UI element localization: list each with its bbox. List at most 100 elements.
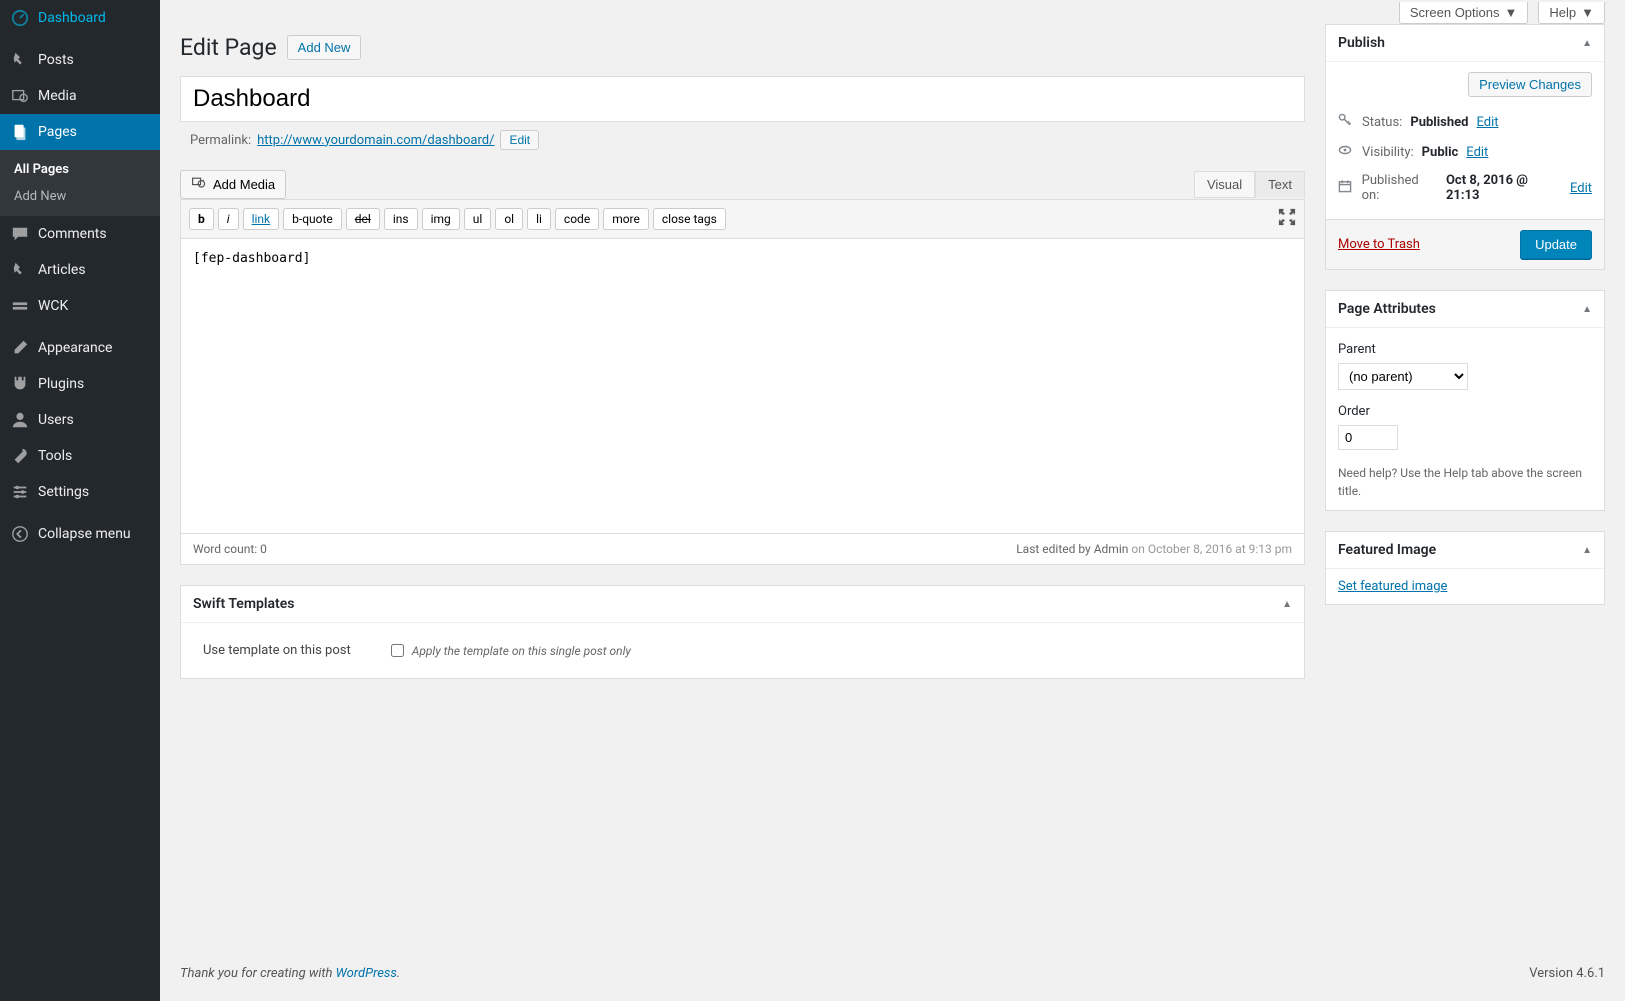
page-attributes-header[interactable]: Page Attributes ▲ bbox=[1326, 291, 1604, 328]
chevron-up-icon: ▲ bbox=[1582, 545, 1592, 556]
sidebar-label: Settings bbox=[38, 484, 89, 500]
dashboard-icon bbox=[10, 8, 30, 28]
qt-del[interactable]: del bbox=[346, 208, 380, 230]
user-icon bbox=[10, 410, 30, 430]
featured-image-header[interactable]: Featured Image ▲ bbox=[1326, 532, 1604, 569]
sidebar-item-tools[interactable]: Tools bbox=[0, 438, 160, 474]
permalink-url[interactable]: http://www.yourdomain.com/dashboard/ bbox=[257, 133, 494, 148]
update-button[interactable]: Update bbox=[1520, 230, 1592, 259]
admin-footer: Thank you for creating with WordPress. V… bbox=[160, 946, 1625, 1001]
sidebar-item-posts[interactable]: Posts bbox=[0, 42, 160, 78]
collapse-icon bbox=[10, 524, 30, 544]
visibility-edit-link[interactable]: Edit bbox=[1466, 145, 1488, 160]
sidebar-label: Comments bbox=[38, 226, 107, 242]
sidebar-item-pages[interactable]: Pages bbox=[0, 114, 160, 150]
preview-changes-button[interactable]: Preview Changes bbox=[1468, 72, 1592, 97]
admin-sidebar: Dashboard Posts Media Pages All Pages Ad… bbox=[0, 0, 160, 1001]
order-input[interactable] bbox=[1338, 425, 1398, 450]
sidebar-label: Pages bbox=[38, 124, 77, 140]
swift-apply-label: Apply the template on this single post o… bbox=[412, 644, 631, 658]
published-label: Published on: bbox=[1362, 173, 1438, 203]
sidebar-item-plugins[interactable]: Plugins bbox=[0, 366, 160, 402]
sidebar-label: Media bbox=[38, 88, 77, 104]
page-title: Edit Page bbox=[180, 34, 277, 61]
last-edited: Last edited by Admin on October 8, 2016 … bbox=[1016, 542, 1292, 556]
qt-link[interactable]: link bbox=[243, 208, 280, 230]
add-media-button[interactable]: Add Media bbox=[180, 170, 286, 199]
qt-bquote[interactable]: b-quote bbox=[283, 208, 342, 230]
set-featured-image-link[interactable]: Set featured image bbox=[1338, 579, 1447, 594]
move-to-trash-link[interactable]: Move to Trash bbox=[1338, 237, 1420, 252]
footer-wp-link[interactable]: WordPress bbox=[336, 966, 397, 981]
qt-ul[interactable]: ul bbox=[464, 208, 492, 230]
sidebar-label: Appearance bbox=[38, 340, 112, 356]
sidebar-item-wck[interactable]: WCK bbox=[0, 288, 160, 324]
permalink-edit-button[interactable]: Edit bbox=[500, 130, 539, 150]
post-title-input[interactable] bbox=[180, 76, 1305, 122]
sidebar-item-appearance[interactable]: Appearance bbox=[0, 330, 160, 366]
sidebar-item-users[interactable]: Users bbox=[0, 402, 160, 438]
qt-code[interactable]: code bbox=[555, 208, 599, 230]
sidebar-label: Plugins bbox=[38, 376, 84, 392]
help-label: Help bbox=[1549, 5, 1576, 20]
chevron-up-icon: ▲ bbox=[1582, 304, 1592, 315]
parent-label: Parent bbox=[1338, 342, 1592, 357]
swift-templates-header[interactable]: Swift Templates ▲ bbox=[181, 586, 1304, 623]
swift-templates-title: Swift Templates bbox=[193, 596, 294, 612]
page-attributes-title: Page Attributes bbox=[1338, 301, 1436, 317]
qt-ol[interactable]: ol bbox=[495, 208, 523, 230]
media-icon bbox=[10, 86, 30, 106]
sidebar-item-dashboard[interactable]: Dashboard bbox=[0, 0, 160, 36]
qt-bold[interactable]: b bbox=[189, 208, 214, 230]
chevron-down-icon: ▼ bbox=[1505, 5, 1518, 20]
screen-options-button[interactable]: Screen Options ▼ bbox=[1399, 2, 1528, 24]
publish-header[interactable]: Publish ▲ bbox=[1326, 25, 1604, 62]
chevron-up-icon: ▲ bbox=[1582, 38, 1592, 49]
brush-icon bbox=[10, 338, 30, 358]
add-media-label: Add Media bbox=[213, 177, 275, 192]
editor-tab-text[interactable]: Text bbox=[1255, 171, 1305, 198]
sidebar-label: Dashboard bbox=[38, 10, 106, 26]
pin-icon bbox=[10, 50, 30, 70]
sidebar-item-articles[interactable]: Articles bbox=[0, 252, 160, 288]
settings-icon bbox=[10, 482, 30, 502]
visibility-value: Public bbox=[1422, 145, 1459, 160]
qt-li[interactable]: li bbox=[527, 208, 551, 230]
wrench-icon bbox=[10, 446, 30, 466]
word-count: Word count: 0 bbox=[193, 542, 267, 556]
published-value: Oct 8, 2016 @ 21:13 bbox=[1446, 173, 1562, 203]
sidebar-item-settings[interactable]: Settings bbox=[0, 474, 160, 510]
parent-select[interactable]: (no parent) bbox=[1338, 363, 1468, 390]
pages-icon bbox=[10, 122, 30, 142]
help-button[interactable]: Help ▼ bbox=[1538, 2, 1605, 24]
calendar-icon bbox=[1338, 179, 1354, 197]
publish-metabox: Publish ▲ Preview Changes Status: Publis… bbox=[1325, 24, 1605, 270]
qt-more[interactable]: more bbox=[603, 208, 649, 230]
media-icon bbox=[191, 175, 207, 194]
sidebar-label: Collapse menu bbox=[38, 526, 131, 542]
attributes-help-text: Need help? Use the Help tab above the sc… bbox=[1338, 464, 1592, 500]
status-edit-link[interactable]: Edit bbox=[1476, 115, 1498, 130]
qt-close-tags[interactable]: close tags bbox=[653, 208, 726, 230]
add-new-button[interactable]: Add New bbox=[287, 35, 362, 60]
qt-img[interactable]: img bbox=[422, 208, 460, 230]
qt-italic[interactable]: i bbox=[218, 208, 239, 230]
fullscreen-icon[interactable] bbox=[1278, 208, 1296, 230]
featured-image-title: Featured Image bbox=[1338, 542, 1436, 558]
sidebar-label: Posts bbox=[38, 52, 74, 68]
published-edit-link[interactable]: Edit bbox=[1570, 181, 1592, 196]
sidebar-item-media[interactable]: Media bbox=[0, 78, 160, 114]
featured-image-metabox: Featured Image ▲ Set featured image bbox=[1325, 531, 1605, 605]
qt-ins[interactable]: ins bbox=[384, 208, 418, 230]
sidebar-sub-all-pages[interactable]: All Pages bbox=[0, 156, 160, 183]
editor-tab-visual[interactable]: Visual bbox=[1194, 171, 1255, 198]
sidebar-label: WCK bbox=[38, 298, 68, 314]
content-textarea[interactable]: [fep-dashboard] bbox=[181, 239, 1304, 529]
sidebar-item-comments[interactable]: Comments bbox=[0, 216, 160, 252]
swift-apply-checkbox[interactable] bbox=[391, 644, 404, 657]
editor-container: b i link b-quote del ins img ul ol li co… bbox=[180, 199, 1305, 565]
quicktags-toolbar: b i link b-quote del ins img ul ol li co… bbox=[181, 200, 1304, 239]
plugin-icon bbox=[10, 374, 30, 394]
sidebar-sub-add-new[interactable]: Add New bbox=[0, 183, 160, 210]
sidebar-collapse[interactable]: Collapse menu bbox=[0, 516, 160, 552]
